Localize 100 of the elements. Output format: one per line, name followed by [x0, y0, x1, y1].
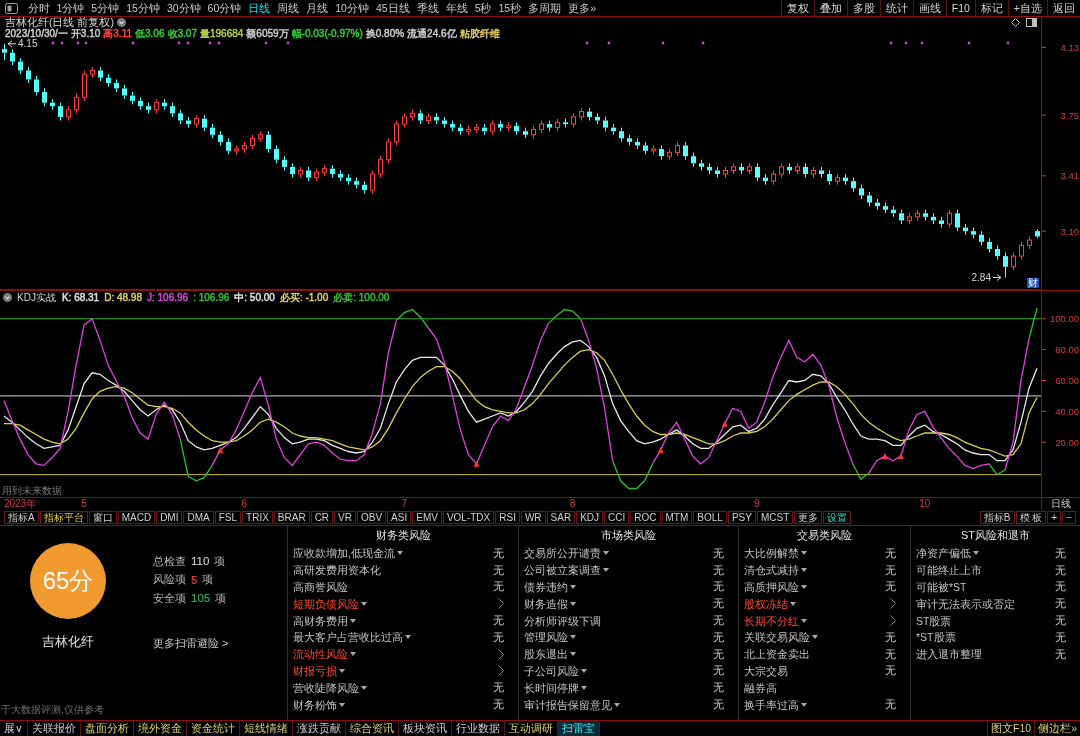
period-tab[interactable]: 多周期 — [524, 0, 565, 16]
indicator-tab[interactable]: KDJ — [576, 511, 604, 524]
risk-item[interactable]: 可能终止上市 — [916, 563, 982, 578]
event-dot-icon[interactable] — [84, 41, 88, 45]
indicator-tab[interactable]: 设置 — [823, 511, 852, 524]
risk-item[interactable]: 管理风险 — [524, 630, 568, 645]
risk-item[interactable]: 审计报告保留意见 — [524, 697, 612, 712]
risk-item[interactable]: ST股票 — [916, 613, 952, 628]
indicator-tab[interactable]: MCST — [756, 511, 794, 524]
risk-item[interactable]: 长期不分红 — [744, 613, 799, 628]
event-dot-icon[interactable] — [920, 41, 924, 45]
risk-item[interactable]: 长时间停牌 — [524, 680, 579, 695]
bottom-button[interactable]: 图文F10 — [987, 721, 1035, 736]
event-dot-icon[interactable] — [76, 41, 80, 45]
caret-icon[interactable] — [350, 652, 356, 657]
chevron-down-icon[interactable] — [3, 293, 12, 302]
caret-icon[interactable] — [570, 652, 576, 657]
event-dot-icon[interactable] — [1006, 41, 1010, 45]
risk-item[interactable]: 关联交易风险 — [744, 630, 810, 645]
report-badge[interactable]: 财 — [1027, 278, 1039, 288]
period-tab[interactable]: 5分钟 — [87, 0, 123, 16]
event-dot-icon[interactable] — [177, 41, 181, 45]
event-dot-icon[interactable] — [217, 41, 221, 45]
indicator-button[interactable]: + — [1047, 511, 1062, 524]
chevron-right-icon[interactable] — [890, 615, 896, 627]
event-dot-icon[interactable] — [51, 41, 55, 45]
risk-item[interactable]: 高研发费用资本化 — [293, 563, 381, 578]
indicator-tab[interactable]: SAR — [546, 511, 576, 524]
risk-item[interactable]: 北上资金卖出 — [744, 647, 810, 662]
event-dot-icon[interactable] — [60, 41, 64, 45]
toolbar-button[interactable]: 返回 — [1047, 0, 1080, 16]
risk-item[interactable]: 子公司风险 — [524, 663, 579, 678]
period-tab[interactable]: 1分钟 — [53, 0, 88, 16]
risk-item[interactable]: 净资产偏低 — [916, 546, 971, 561]
caret-icon[interactable] — [570, 585, 576, 589]
indicator-tab[interactable]: 更多 — [794, 511, 823, 524]
caret-icon[interactable] — [973, 551, 979, 556]
indicator-tab[interactable]: WR — [520, 511, 546, 524]
bottom-tab[interactable]: 资金统计 — [186, 721, 240, 736]
indicator-button[interactable]: 指标B — [979, 511, 1015, 524]
bottom-tab[interactable]: 展∨ — [0, 721, 28, 736]
event-dot-icon[interactable] — [661, 41, 665, 45]
risk-item[interactable]: 应收款增加,低现金流 — [293, 546, 395, 561]
more-scan-link[interactable]: 更多扫雷避险 > — [153, 634, 229, 651]
bottom-tab[interactable]: 涨跌贡献 — [292, 721, 346, 736]
risk-item[interactable]: 换手率过高 — [744, 697, 799, 712]
caret-icon[interactable] — [801, 702, 807, 707]
risk-item[interactable]: 分析师评级下调 — [524, 613, 601, 628]
caret-icon[interactable] — [581, 668, 587, 673]
event-dot-icon[interactable] — [889, 41, 893, 45]
risk-item[interactable]: 融券高 — [744, 680, 777, 695]
risk-item[interactable]: 财务造假 — [524, 596, 568, 611]
risk-item[interactable]: 大宗交易 — [744, 663, 788, 678]
indicator-tab[interactable]: 窗口 — [88, 511, 117, 524]
indicator-tab[interactable]: BOLL — [693, 511, 727, 524]
risk-item[interactable]: *ST股票 — [916, 630, 956, 645]
indicator-tab[interactable]: FSL — [214, 511, 242, 524]
period-tab[interactable]: 10分钟 — [331, 0, 373, 16]
bottom-tab[interactable]: 短线情绪 — [239, 721, 293, 736]
period-tab[interactable]: 5秒 — [471, 0, 495, 16]
risk-item[interactable]: 财报亏损 — [293, 663, 337, 678]
risk-item[interactable]: 最大客户占营收比过高 — [293, 630, 403, 645]
risk-item[interactable]: 高商誉风险 — [293, 580, 348, 594]
period-tab[interactable]: 分时 — [24, 0, 53, 16]
period-tab[interactable]: 周线 — [273, 0, 303, 16]
risk-item[interactable]: 可能被*ST — [916, 580, 967, 594]
bottom-tab[interactable]: 境外资金 — [133, 721, 187, 736]
toolbar-button[interactable]: 统计 — [879, 0, 913, 16]
bottom-tab[interactable]: 扫雷宝 — [557, 721, 600, 736]
toolbar-button[interactable]: 叠加 — [813, 0, 847, 16]
risk-item[interactable]: 清仓式减持 — [744, 563, 799, 578]
indicator-tab[interactable]: 指标A — [4, 511, 39, 524]
event-dot-icon[interactable] — [264, 41, 268, 45]
event-dot-icon[interactable] — [701, 41, 705, 45]
bottom-tab[interactable]: 行业数据 — [451, 721, 505, 736]
event-dot-icon[interactable] — [186, 41, 190, 45]
risk-item[interactable]: 进入退市整理 — [916, 647, 982, 662]
caret-icon[interactable] — [801, 618, 807, 623]
event-dot-icon[interactable] — [585, 41, 589, 45]
sidebar-icon[interactable] — [1026, 18, 1037, 27]
indicator-tab[interactable]: 指标平台 — [39, 511, 88, 524]
chevron-right-icon[interactable] — [890, 598, 896, 610]
event-dot-icon[interactable] — [967, 41, 971, 45]
caret-icon[interactable] — [581, 685, 587, 690]
risk-item[interactable]: 公司被立案调查 — [524, 563, 601, 578]
risk-item[interactable]: 财务粉饰 — [293, 697, 337, 712]
period-tab[interactable]: 更多» — [564, 0, 600, 16]
caret-icon[interactable] — [614, 702, 620, 707]
bottom-tab[interactable]: 关联报价 — [27, 721, 81, 736]
risk-item[interactable]: 大比例解禁 — [744, 546, 799, 561]
caret-icon[interactable] — [339, 668, 345, 673]
diamond-icon[interactable] — [1011, 18, 1020, 27]
chevron-right-icon[interactable] — [498, 648, 504, 660]
indicator-tab[interactable]: EMV — [412, 511, 442, 524]
bottom-tab[interactable]: 盘面分析 — [80, 721, 134, 736]
event-dot-icon[interactable] — [208, 41, 212, 45]
caret-icon[interactable] — [801, 568, 807, 573]
indicator-tab[interactable]: OBV — [357, 511, 387, 524]
indicator-name[interactable]: KDJ实战 — [17, 291, 56, 304]
caret-icon[interactable] — [812, 635, 818, 640]
